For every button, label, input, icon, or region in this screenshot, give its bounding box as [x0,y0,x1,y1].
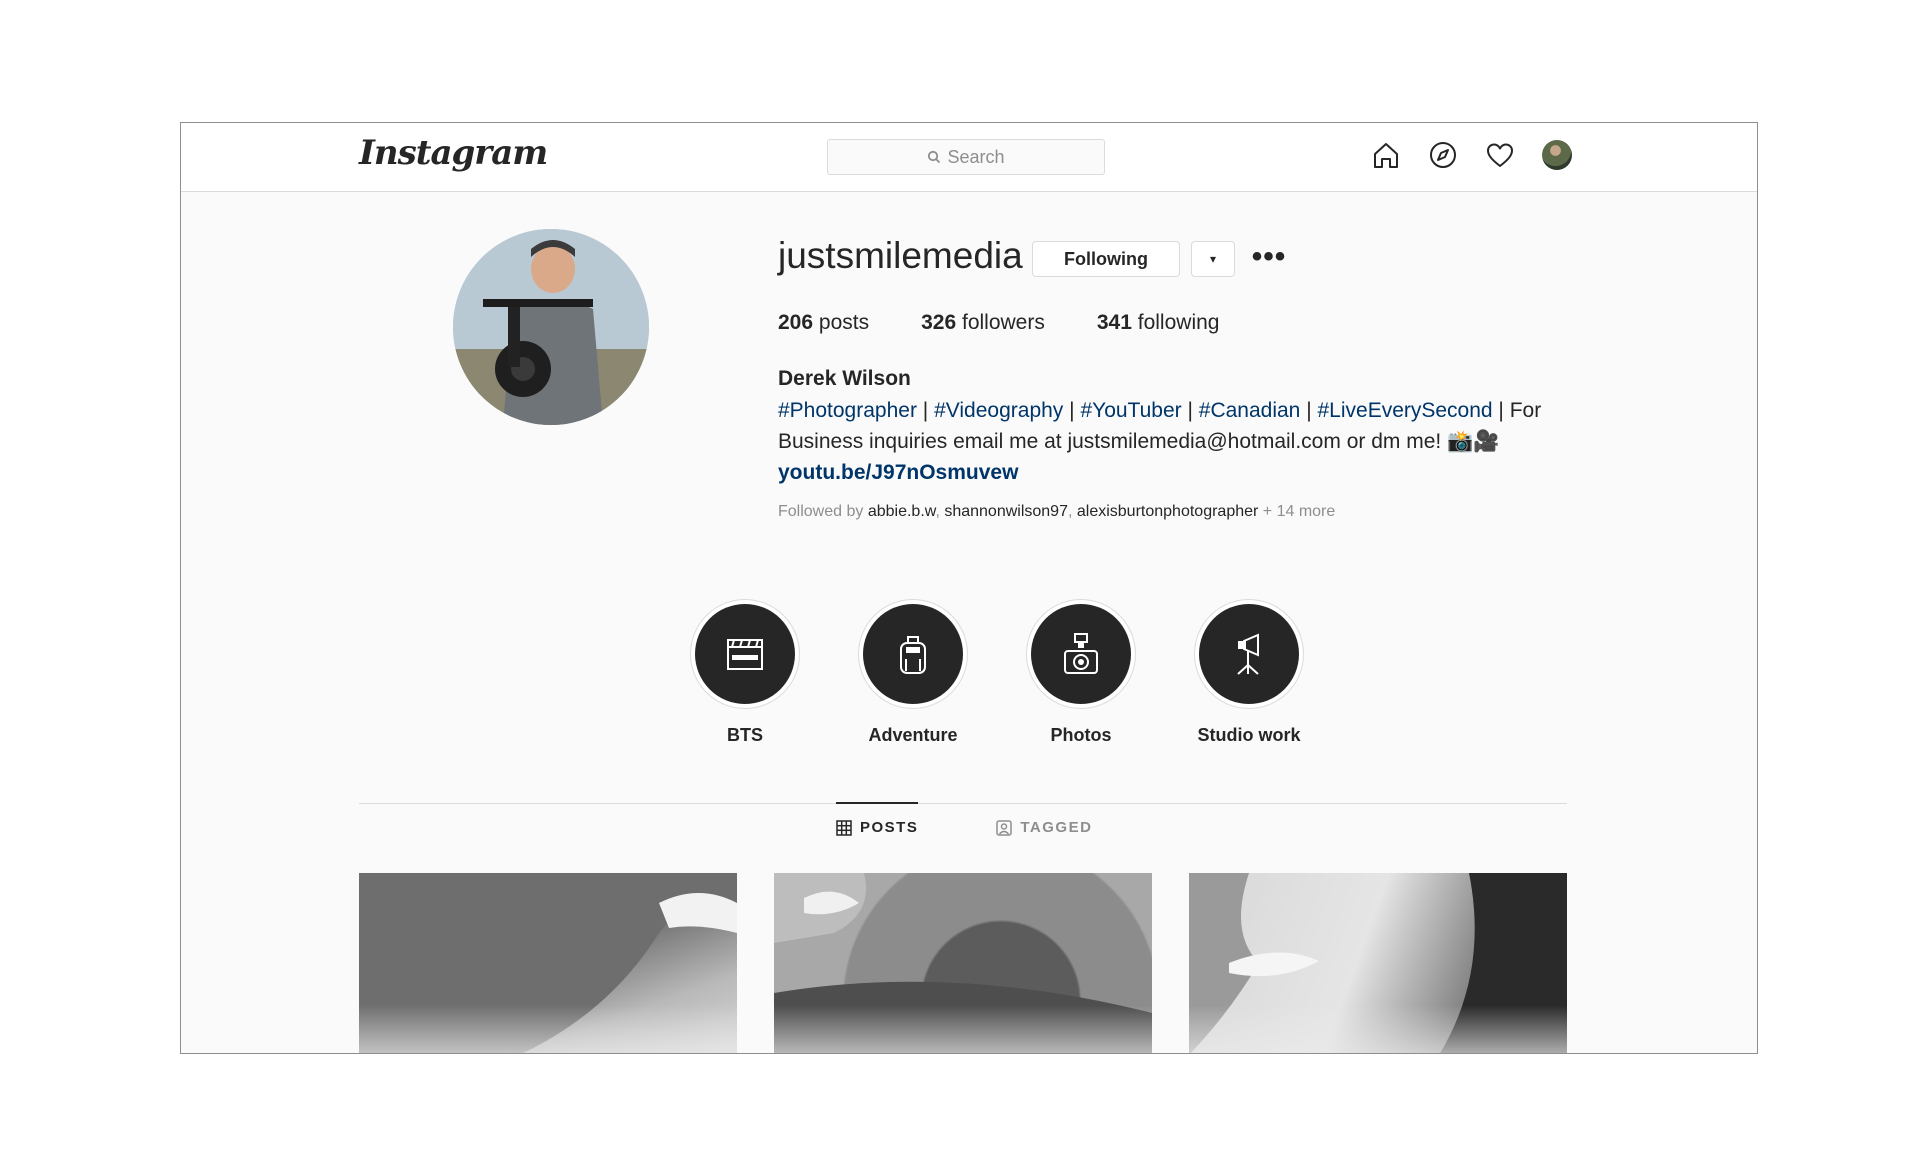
highlight-adventure[interactable]: Adventure [829,599,997,746]
posts-grid [359,873,1567,1053]
profile-username: justsmilemedia [778,235,1023,276]
search-icon [928,150,941,164]
following-button[interactable]: Following [1032,241,1180,277]
followers-number: 326 [921,311,957,334]
studio-light-icon [1237,633,1259,675]
highlight-bts[interactable]: BTS [661,599,829,746]
tagged-person-icon [996,819,1013,836]
follower-username[interactable]: alexisburtonphotographer [1077,503,1258,520]
followed-by-line[interactable]: Followed by abbie.b.w, shannonwilson97, … [778,503,1335,521]
bio-separator: | [1181,399,1199,422]
tab-tagged-label: TAGGED [1020,819,1093,836]
profile-photo-illustration [453,229,649,425]
highlight-cover [863,604,963,704]
heart-icon[interactable] [1485,140,1515,170]
highlight-photos[interactable]: Photos [997,599,1165,746]
search-placeholder: Search [947,146,1005,167]
followers-link[interactable]: 326 followers [921,311,1045,335]
chevron-down-icon: ▾ [1209,252,1217,266]
backpack-icon [900,636,926,674]
bio-separator: | [1300,399,1318,422]
followed-by-more: + 14 more [1258,503,1336,520]
home-icon[interactable] [1371,140,1401,170]
grid-icon [836,819,852,836]
highlight-label: Photos [1050,725,1112,745]
following-number: 341 [1096,311,1132,334]
explore-icon[interactable] [1428,140,1458,170]
bio-separator: | [916,399,935,422]
followed-by-separator: , [1067,503,1077,520]
clapperboard-icon [727,639,763,670]
profile-bio: #Photographer | #Videography | #YouTuber… [778,395,1578,488]
post-thumbnail[interactable] [1189,873,1567,1053]
active-tab-indicator [836,802,918,804]
follower-username[interactable]: abbie.b.w [868,503,936,520]
camera-flash-icon [1064,633,1098,674]
post-fade [359,1005,737,1053]
hashtag-link[interactable]: #Canadian [1199,399,1301,422]
profile-stats: 206 posts 326 followers 341 following [778,311,1271,335]
tab-tagged[interactable]: TAGGED [996,819,1092,836]
highlight-studio-work[interactable]: Studio work [1165,599,1333,746]
profile-website-link[interactable]: youtu.be/J97nOsmuvew [778,461,1018,484]
follower-username[interactable]: shannonwilson97 [944,503,1068,520]
posts-label: posts [818,311,870,334]
profile-picture[interactable] [453,229,649,425]
followed-by-separator: , [935,503,945,520]
bio-separator: | [1063,399,1081,422]
more-dots-icon: ••• [1251,240,1287,273]
hashtag-link[interactable]: #Videography [934,399,1063,422]
highlight-ring [1194,599,1304,709]
tab-posts[interactable]: POSTS [836,819,918,836]
highlight-ring [690,599,800,709]
story-highlights: BTS Adventure Photos Studio work [661,599,1333,746]
more-options-button[interactable]: ••• [1249,239,1289,275]
highlight-cover [1031,604,1131,704]
highlight-label: BTS [727,725,763,745]
post-thumbnail[interactable] [359,873,737,1053]
hashtag-link[interactable]: #Photographer [778,399,917,422]
highlight-label: Studio work [1197,725,1301,745]
followed-by-prefix: Followed by [778,503,868,520]
posts-count: 206 posts [778,311,869,335]
browser-frame: Instagram Search justsmilemedia Followin… [180,122,1758,1054]
post-thumbnail[interactable] [774,873,1152,1053]
top-nav-bar: Instagram Search [181,123,1757,192]
highlight-ring [1026,599,1136,709]
instagram-logo[interactable]: Instagram [359,133,548,173]
highlight-cover [1199,604,1299,704]
nav-icons [1371,140,1572,170]
profile-full-name: Derek Wilson [778,367,911,390]
search-input[interactable]: Search [827,139,1105,175]
highlight-label: Adventure [868,725,958,745]
hashtag-link[interactable]: #LiveEverySecond [1317,399,1492,422]
tab-posts-label: POSTS [860,819,919,836]
highlight-cover [695,604,795,704]
followers-label: followers [961,311,1045,334]
hashtag-link[interactable]: #YouTuber [1080,399,1181,422]
following-link[interactable]: 341 following [1097,311,1220,335]
following-label: following [1137,311,1220,334]
posts-number: 206 [778,311,814,334]
profile-avatar[interactable] [1542,140,1572,170]
suggestions-dropdown-button[interactable]: ▾ [1191,241,1235,277]
profile-tabs: POSTS TAGGED [836,819,1092,836]
post-fade [1189,1005,1567,1053]
post-fade [774,1005,1152,1053]
tabs-divider [359,803,1567,804]
highlight-ring [858,599,968,709]
